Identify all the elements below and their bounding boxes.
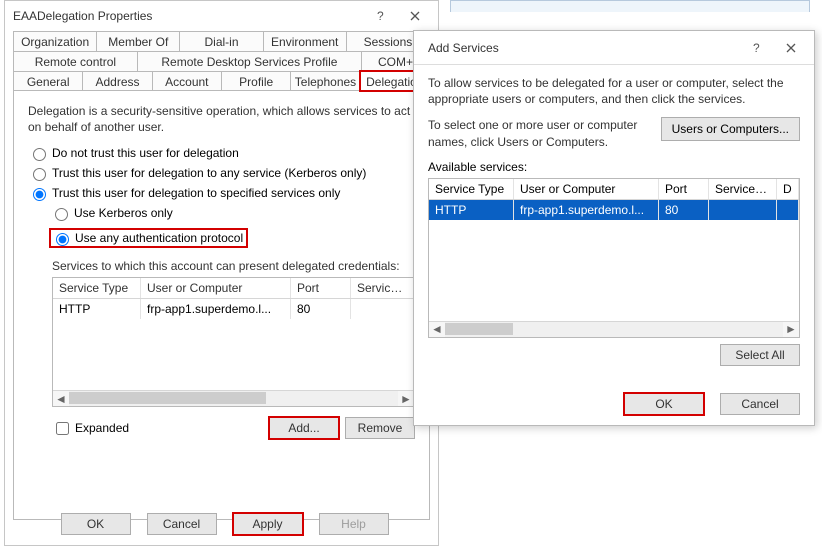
radio-specified[interactable]: Trust this user for delegation to specif…	[28, 185, 415, 201]
radio-no-trust-input[interactable]	[33, 148, 46, 161]
titlebar: Add Services ?	[414, 31, 814, 65]
table-row[interactable]: HTTP frp-app1.superdemo.l... 80	[53, 299, 414, 319]
col-d[interactable]: D	[777, 179, 799, 199]
ok-button[interactable]: OK	[624, 393, 704, 415]
col-user-or-computer[interactable]: User or Computer	[514, 179, 659, 199]
h-scrollbar[interactable]: ◄ ►	[429, 321, 799, 337]
svg-text:?: ?	[377, 10, 384, 22]
dialog-footer: OK Cancel Apply Help	[5, 513, 438, 535]
cell-service-name	[351, 299, 414, 319]
scroll-left-icon[interactable]: ◄	[53, 391, 69, 406]
col-user-or-computer[interactable]: User or Computer	[141, 278, 291, 298]
expanded-checkbox-input[interactable]	[56, 422, 69, 435]
scroll-thumb[interactable]	[69, 392, 266, 404]
cell-service-name	[709, 200, 777, 220]
services-list[interactable]: Service Type User or Computer Port Servi…	[52, 277, 415, 407]
scroll-track[interactable]	[445, 322, 783, 337]
cancel-button[interactable]: Cancel	[720, 393, 800, 415]
select-all-button[interactable]: Select All	[720, 344, 800, 366]
radio-any-protocol-input[interactable]	[56, 233, 69, 246]
radio-kerberos-only-label: Use Kerberos only	[74, 206, 173, 220]
instruction-text-1: To allow services to be delegated for a …	[428, 75, 800, 107]
cancel-button[interactable]: Cancel	[147, 513, 217, 535]
instruction-text-2: To select one or more user or computer n…	[428, 117, 651, 149]
scroll-left-icon[interactable]: ◄	[429, 322, 445, 337]
apply-button[interactable]: Apply	[233, 513, 303, 535]
radio-any-service[interactable]: Trust this user for delegation to any se…	[28, 165, 415, 181]
cell-port: 80	[291, 299, 351, 319]
tab-rds-profile[interactable]: Remote Desktop Services Profile	[137, 51, 362, 71]
intro-text: Delegation is a security-sensitive opera…	[28, 103, 415, 135]
close-icon[interactable]	[774, 34, 808, 62]
col-service-type[interactable]: Service Type	[53, 278, 141, 298]
close-icon[interactable]	[398, 2, 432, 30]
radio-any-protocol[interactable]: Use any authentication protocol	[50, 229, 247, 247]
col-service-name[interactable]: Service Name	[709, 179, 777, 199]
tab-remote-control[interactable]: Remote control	[13, 51, 138, 71]
cell-service-type: HTTP	[53, 299, 141, 319]
cell-service-type: HTTP	[429, 200, 514, 220]
dialog-title: Add Services	[422, 41, 740, 55]
services-body: HTTP frp-app1.superdemo.l... 80	[53, 299, 414, 390]
background-pane	[450, 0, 810, 12]
radio-specified-label: Trust this user for delegation to specif…	[52, 186, 340, 200]
help-icon[interactable]: ?	[364, 2, 398, 30]
add-services-dialog: Add Services ? To allow services to be d…	[413, 30, 815, 426]
add-button[interactable]: Add...	[269, 417, 339, 439]
scroll-track[interactable]	[69, 391, 398, 406]
tab-address[interactable]: Address	[82, 71, 152, 91]
col-port[interactable]: Port	[659, 179, 709, 199]
expanded-checkbox[interactable]: Expanded	[52, 419, 129, 438]
tabs-container: Organization Member Of Dial-in Environme…	[13, 31, 430, 520]
help-button[interactable]: Help	[319, 513, 389, 535]
radio-kerberos-only[interactable]: Use Kerberos only	[50, 205, 415, 221]
scroll-thumb[interactable]	[445, 323, 513, 335]
radio-any-protocol-label: Use any authentication protocol	[75, 231, 243, 245]
users-or-computers-button[interactable]: Users or Computers...	[661, 117, 800, 141]
scroll-right-icon[interactable]: ►	[398, 391, 414, 406]
col-service-name[interactable]: Service N...	[351, 278, 414, 298]
cell-user-or-computer: frp-app1.superdemo.l...	[514, 200, 659, 220]
h-scrollbar[interactable]: ◄ ►	[53, 390, 414, 406]
radio-no-trust[interactable]: Do not trust this user for delegation	[28, 145, 415, 161]
titlebar: EAADelegation Properties ?	[5, 1, 438, 31]
tab-telephones[interactable]: Telephones	[290, 71, 360, 91]
available-header: Service Type User or Computer Port Servi…	[429, 179, 799, 200]
cell-user-or-computer: frp-app1.superdemo.l...	[141, 299, 291, 319]
table-row[interactable]: HTTP frp-app1.superdemo.l... 80	[429, 200, 799, 220]
dialog-title: EAADelegation Properties	[13, 9, 364, 23]
tab-account[interactable]: Account	[152, 71, 222, 91]
radio-specified-input[interactable]	[33, 188, 46, 201]
remove-button[interactable]: Remove	[345, 417, 415, 439]
tab-member-of[interactable]: Member Of	[96, 31, 180, 51]
svg-text:?: ?	[753, 42, 760, 54]
available-body: HTTP frp-app1.superdemo.l... 80	[429, 200, 799, 321]
col-service-type[interactable]: Service Type	[429, 179, 514, 199]
ok-button[interactable]: OK	[61, 513, 131, 535]
radio-any-service-label: Trust this user for delegation to any se…	[52, 166, 366, 180]
tab-dial-in[interactable]: Dial-in	[179, 31, 263, 51]
tab-profile[interactable]: Profile	[221, 71, 291, 91]
help-icon[interactable]: ?	[740, 34, 774, 62]
services-header: Service Type User or Computer Port Servi…	[53, 278, 414, 299]
tab-general[interactable]: General	[13, 71, 83, 91]
tab-content: Delegation is a security-sensitive opera…	[13, 90, 430, 520]
tab-environment[interactable]: Environment	[263, 31, 347, 51]
radio-no-trust-label: Do not trust this user for delegation	[52, 146, 239, 160]
expanded-label: Expanded	[75, 421, 129, 435]
services-caption: Services to which this account can prese…	[52, 259, 415, 273]
available-services-list[interactable]: Service Type User or Computer Port Servi…	[428, 178, 800, 338]
scroll-right-icon[interactable]: ►	[783, 322, 799, 337]
tab-organization[interactable]: Organization	[13, 31, 97, 51]
col-port[interactable]: Port	[291, 278, 351, 298]
radio-any-service-input[interactable]	[33, 168, 46, 181]
cell-port: 80	[659, 200, 709, 220]
available-services-label: Available services:	[428, 160, 800, 174]
radio-kerberos-only-input[interactable]	[55, 208, 68, 221]
cell-d	[777, 200, 799, 220]
properties-dialog: EAADelegation Properties ? Organization …	[4, 0, 439, 546]
